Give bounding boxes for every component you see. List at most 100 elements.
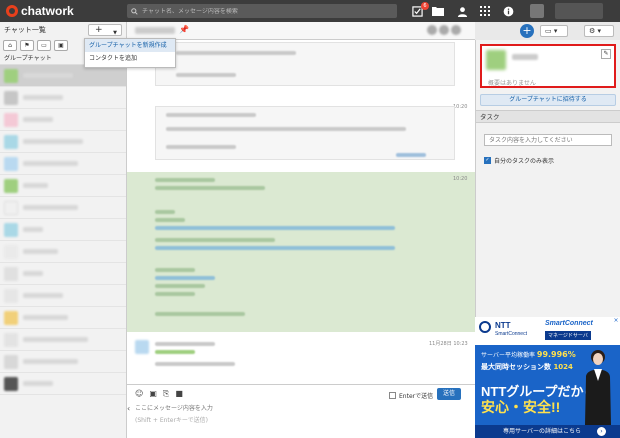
app-logo[interactable]: chatwork bbox=[6, 4, 74, 18]
room-list-item[interactable] bbox=[0, 175, 126, 197]
room-list-item[interactable] bbox=[0, 131, 126, 153]
room-name bbox=[23, 183, 48, 188]
my-task-checkbox[interactable]: ✓ bbox=[484, 157, 491, 164]
chat-list-sidebar: チャット一覧 + ▼ ⌂ ⚑ ▭ ▣ グループチャット bbox=[0, 22, 127, 438]
room-title bbox=[512, 54, 538, 60]
room-list-item[interactable] bbox=[0, 87, 126, 109]
room-name bbox=[23, 337, 88, 342]
search-icon bbox=[131, 7, 138, 15]
room-name bbox=[23, 315, 68, 320]
top-bar: chatwork 6 bbox=[0, 0, 620, 22]
room-list-item[interactable] bbox=[0, 373, 126, 395]
file-menu-button[interactable]: ▭ ▾ bbox=[540, 25, 568, 37]
emoji-icon[interactable]: ☺ bbox=[135, 389, 143, 399]
user-avatar[interactable] bbox=[530, 4, 544, 18]
contact-icon[interactable]: ▣ bbox=[54, 39, 68, 51]
message-composer: ☺ ▣ ⎘ ■ Enterで送信 送信 (Shift + Enterキーで送信) bbox=[127, 384, 475, 438]
room-list-item[interactable] bbox=[0, 153, 126, 175]
ad-sessions: 最大同時セッション数 1024 bbox=[481, 363, 573, 371]
apps-grid-icon[interactable] bbox=[478, 4, 492, 18]
collapse-sidebar-icon[interactable]: ‹ bbox=[127, 404, 130, 413]
room-list-item[interactable] bbox=[0, 65, 126, 87]
room-list-item[interactable] bbox=[0, 219, 126, 241]
logo-text: chatwork bbox=[21, 4, 74, 18]
room-name bbox=[23, 139, 83, 144]
message-time: 10:20 bbox=[453, 104, 468, 110]
message-time: 10:20 bbox=[453, 176, 468, 182]
member-avatars[interactable] bbox=[427, 25, 463, 37]
video-icon[interactable]: ■ bbox=[175, 389, 183, 399]
message-icon[interactable]: ▭ bbox=[37, 39, 51, 51]
room-list-item[interactable] bbox=[0, 197, 126, 219]
room-name bbox=[23, 117, 53, 122]
ad-product: SmartConnect bbox=[545, 320, 593, 327]
add-chat-menu: グループチャットを新規作成 コンタクトを追加 bbox=[84, 38, 176, 68]
close-icon[interactable]: × bbox=[612, 317, 620, 325]
search-input[interactable] bbox=[142, 7, 382, 15]
contact-icon[interactable] bbox=[455, 4, 469, 18]
room-name bbox=[23, 73, 73, 78]
room-list-item[interactable] bbox=[0, 285, 126, 307]
room-summary: 概要はありません ✎ bbox=[480, 44, 616, 88]
room-avatar bbox=[4, 222, 18, 237]
ad-person-image bbox=[585, 350, 611, 425]
composer-toolbar: ☺ ▣ ⎘ ■ bbox=[135, 389, 183, 399]
file-icon[interactable] bbox=[431, 4, 445, 18]
arrow-right-icon[interactable]: › bbox=[597, 427, 606, 436]
message-quote bbox=[155, 42, 455, 86]
user-menu[interactable] bbox=[555, 3, 603, 19]
info-icon[interactable] bbox=[501, 4, 515, 18]
my-task-filter[interactable]: ✓ 自分のタスクのみ表示 bbox=[484, 156, 554, 165]
search-box[interactable] bbox=[127, 4, 397, 18]
room-list-item[interactable] bbox=[0, 329, 126, 351]
room-list-item[interactable] bbox=[0, 109, 126, 131]
room-name bbox=[23, 271, 43, 276]
room-name bbox=[23, 95, 63, 100]
enter-send-label: Enterで送信 bbox=[399, 393, 434, 400]
ad-brand-sub: SmartConnect bbox=[495, 331, 527, 337]
ad-headline-2: 安心・安全!! bbox=[481, 399, 561, 415]
flag-icon[interactable]: ⚑ bbox=[20, 39, 34, 51]
enter-send-checkbox[interactable] bbox=[389, 392, 396, 399]
add-member-button[interactable]: + bbox=[520, 24, 534, 38]
room-avatar bbox=[4, 200, 18, 215]
room-avatar bbox=[4, 244, 18, 259]
menu-item-new-group-chat[interactable]: グループチャットを新規作成 bbox=[85, 39, 175, 52]
room-list-item[interactable] bbox=[0, 307, 126, 329]
chat-list-title: チャット一覧 bbox=[4, 26, 46, 34]
member-avatar bbox=[427, 25, 437, 35]
sender-avatar[interactable] bbox=[135, 340, 149, 354]
room-title bbox=[135, 27, 175, 34]
room-list-item[interactable] bbox=[0, 263, 126, 285]
room-name bbox=[23, 293, 63, 298]
room-avatar bbox=[4, 178, 18, 193]
room-avatar bbox=[4, 332, 18, 347]
task-input[interactable] bbox=[484, 134, 612, 146]
room-description: 概要はありません bbox=[488, 80, 536, 87]
room-avatar bbox=[4, 376, 18, 391]
chatwork-logo-icon bbox=[6, 5, 18, 17]
room-name bbox=[23, 227, 43, 232]
add-chat-button[interactable]: + ▼ bbox=[88, 24, 122, 36]
ad-header: NTT SmartConnect SmartConnect マネージドサーバ bbox=[475, 317, 620, 345]
room-list-item[interactable] bbox=[0, 241, 126, 263]
home-icon[interactable]: ⌂ bbox=[3, 39, 17, 51]
room-avatar bbox=[4, 310, 18, 325]
pin-icon[interactable]: 📌 bbox=[179, 25, 189, 34]
room-avatar bbox=[4, 90, 18, 105]
ad-product-sub: マネージドサーバ bbox=[545, 331, 591, 340]
to-icon[interactable]: ▣ bbox=[149, 389, 157, 399]
edit-icon[interactable]: ✎ bbox=[601, 49, 611, 59]
room-avatar bbox=[4, 354, 18, 369]
invite-to-group-button[interactable]: グループチャットに招待する bbox=[480, 94, 616, 106]
room-list-item[interactable] bbox=[0, 351, 126, 373]
send-button[interactable]: 送信 bbox=[437, 388, 461, 400]
advertisement-banner[interactable]: NTT SmartConnect SmartConnect マネージドサーバ サ… bbox=[475, 317, 620, 438]
room-avatar bbox=[4, 266, 18, 281]
enter-send-option[interactable]: Enterで送信 bbox=[389, 391, 433, 400]
settings-menu-button[interactable]: ⚙ ▾ bbox=[584, 25, 614, 37]
my-task-label: 自分のタスクのみ表示 bbox=[494, 158, 555, 165]
menu-item-add-contact[interactable]: コンタクトを追加 bbox=[85, 52, 175, 65]
attach-icon[interactable]: ⎘ bbox=[163, 389, 169, 399]
message-time: 11月28日 10:23 bbox=[429, 341, 468, 347]
